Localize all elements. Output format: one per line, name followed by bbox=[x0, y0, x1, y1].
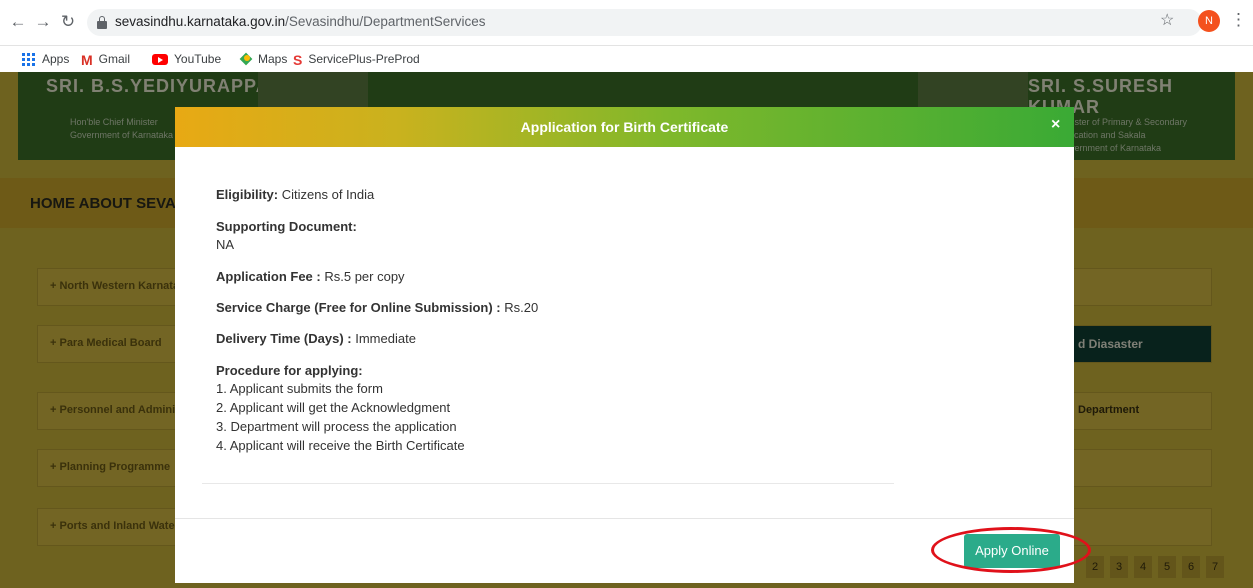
supporting-document-label: Supporting Document: bbox=[216, 219, 357, 234]
delivery-time-value: Immediate bbox=[355, 331, 416, 346]
application-fee-value: Rs.5 per copy bbox=[324, 269, 405, 284]
bookmark-label: Apps bbox=[42, 52, 70, 66]
reload-icon[interactable]: ↻ bbox=[58, 12, 78, 32]
bookmark-label: Gmail bbox=[98, 52, 131, 66]
bookmark-star-icon[interactable]: ☆ bbox=[1160, 11, 1174, 31]
bookmarks-bar: Apps M Gmail YouTube Maps S ServicePlus-Pr… bbox=[0, 46, 1253, 72]
address-bar[interactable]: sevasindhu.karnataka.gov.in/Sevasindhu/D… bbox=[87, 9, 1202, 36]
bookmark-label: YouTube bbox=[174, 52, 222, 66]
maps-icon bbox=[240, 53, 252, 67]
service-charge-value: Rs.20 bbox=[504, 300, 539, 315]
back-arrow-icon[interactable]: ← bbox=[8, 12, 28, 32]
footer-divider bbox=[175, 518, 1074, 519]
apps-grid-icon bbox=[22, 52, 36, 67]
procedure-step: 4. Applicant will receive the Birth Cert… bbox=[216, 438, 465, 453]
modal-header: Application for Birth Certificate × bbox=[175, 107, 1074, 147]
youtube-icon bbox=[152, 54, 168, 66]
delivery-time-label: Delivery Time (Days) : bbox=[216, 331, 352, 346]
lock-icon bbox=[97, 16, 107, 29]
service-charge-row: Service Charge (Free for Online Submissi… bbox=[216, 300, 538, 315]
gmail-icon: M bbox=[81, 51, 93, 68]
bookmark-serviceplus[interactable]: S ServicePlus-PreProd bbox=[293, 51, 420, 68]
bookmark-maps[interactable]: Maps bbox=[240, 51, 287, 67]
url-domain: sevasindhu.karnataka.gov.in bbox=[115, 14, 286, 29]
application-fee-label: Application Fee : bbox=[216, 269, 321, 284]
profile-avatar[interactable]: N bbox=[1198, 10, 1220, 32]
service-charge-label: Service Charge (Free for Online Submissi… bbox=[216, 300, 501, 315]
procedure-step: 3. Department will process the applicati… bbox=[216, 419, 457, 434]
serviceplus-icon: S bbox=[293, 51, 303, 68]
supporting-document-value: NA bbox=[216, 237, 235, 252]
browser-toolbar: ← → ↻ sevasindhu.karnataka.gov.in/Sevasi… bbox=[0, 0, 1253, 46]
url-text: sevasindhu.karnataka.gov.in/Sevasindhu/D… bbox=[115, 14, 485, 29]
eligibility-value: Citizens of India bbox=[281, 187, 375, 202]
delivery-time-row: Delivery Time (Days) : Immediate bbox=[216, 331, 416, 346]
procedure-label: Procedure for applying: bbox=[216, 363, 363, 378]
forward-arrow-icon[interactable]: → bbox=[33, 12, 53, 32]
bookmark-label: ServicePlus-PreProd bbox=[308, 52, 420, 66]
close-icon[interactable]: × bbox=[1051, 116, 1060, 134]
bookmark-apps[interactable]: Apps bbox=[22, 51, 69, 67]
application-fee-row: Application Fee : Rs.5 per copy bbox=[216, 269, 405, 284]
more-menu-icon[interactable]: ⋮ bbox=[1230, 10, 1247, 30]
page-content: SRI. B.S.YEDIYURAPPA Hon'ble Chief Minis… bbox=[0, 72, 1253, 588]
procedure-step: 1. Applicant submits the form bbox=[216, 381, 383, 396]
url-path: /Sevasindhu/DepartmentServices bbox=[285, 14, 486, 29]
bookmark-label: Maps bbox=[258, 52, 288, 66]
eligibility-label: Eligibility: bbox=[216, 187, 279, 202]
highlight-ellipse bbox=[931, 527, 1091, 573]
bookmark-youtube[interactable]: YouTube bbox=[152, 51, 221, 67]
procedure-step: 2. Applicant will get the Acknowledgment bbox=[216, 400, 451, 415]
bookmark-gmail[interactable]: M Gmail bbox=[81, 51, 131, 68]
content-divider bbox=[202, 483, 894, 484]
eligibility-row: Eligibility: Citizens of India bbox=[216, 187, 374, 202]
birth-certificate-modal: Application for Birth Certificate × Elig… bbox=[175, 107, 1074, 583]
modal-title: Application for Birth Certificate bbox=[520, 119, 729, 135]
